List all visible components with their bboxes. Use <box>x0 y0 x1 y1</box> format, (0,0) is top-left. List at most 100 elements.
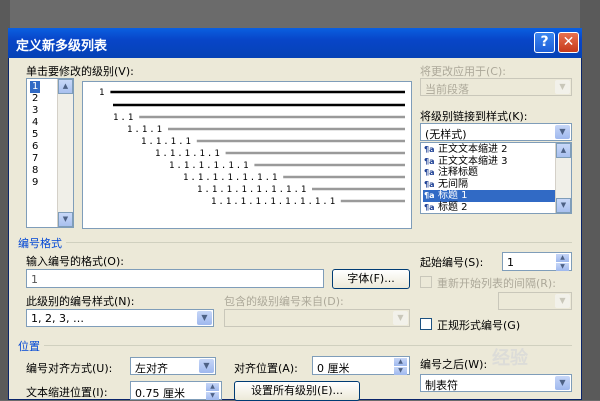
number-style-label: 此级别的编号样式(N): <box>26 295 135 308</box>
legal-numbering-checkbox[interactable] <box>420 318 432 330</box>
watermark-text: 经验 <box>492 348 528 369</box>
number-format-input[interactable]: 1 <box>26 269 324 288</box>
style-option[interactable]: ¶a 无间隔 <box>423 179 562 191</box>
stepper-up-icon[interactable]: ▲ <box>394 358 407 366</box>
start-at-stepper[interactable]: ▲ ▼ <box>556 253 570 271</box>
legal-numbering-label: 正规形式编号(G) <box>437 319 521 332</box>
set-all-levels-button[interactable]: 设置所有级别(E)... <box>234 381 360 401</box>
style-option[interactable]: ¶a 标题 1 <box>423 190 562 202</box>
align-select[interactable]: 左对齐 ▼ <box>130 357 216 375</box>
apply-to-value: 当前段落 <box>425 83 469 96</box>
number-format-section-title: 编号格式 <box>18 237 62 250</box>
link-style-value: (无样式) <box>425 128 467 141</box>
align-at-label: 对齐位置(A): <box>234 362 298 375</box>
indent-label: 文本缩进位置(I): <box>26 386 108 399</box>
restart-list-checkbox[interactable] <box>420 276 432 288</box>
restart-level-select[interactable]: ▼ <box>498 292 572 310</box>
start-at-label: 起始编号(S): <box>420 256 484 269</box>
scroll-up-icon[interactable]: ▲ <box>58 79 73 94</box>
align-at-stepper[interactable]: ▲ ▼ <box>394 357 408 375</box>
preview-number-label: 1.1.1.1 <box>141 137 193 147</box>
title-bar: 定义新多级列表 ? ✕ <box>8 28 582 58</box>
preview-canvas: 1 1.1 1.1.1 1.1.1.1 1.1.1.1.1 1.1.1.1.1.1 1.1.… <box>99 88 405 207</box>
paragraph-style-icon: ¶a <box>424 179 435 189</box>
style-option[interactable]: ¶a 正文文本缩进 3 <box>423 156 562 168</box>
chevron-down-icon: ▼ <box>197 311 212 325</box>
chevron-down-icon: ▼ <box>555 294 570 308</box>
align-at-input[interactable]: 0 厘米 ▲ ▼ <box>312 356 410 375</box>
stepper-up-icon[interactable]: ▲ <box>206 383 219 391</box>
style-scrollbar[interactable]: ▲ ▼ <box>555 143 571 213</box>
restart-list-label: 重新开始列表的间隔(R): <box>437 277 556 290</box>
style-dropdown-list[interactable]: ¶a 正文文本缩进 2 ¶a 正文文本缩进 3 ¶a 注释标题 ¶a 无间隔 ¶a 标题 1 ¶a 标… <box>420 142 572 214</box>
level-item[interactable]: 3 <box>30 105 40 117</box>
start-at-input[interactable]: 1 ▲ ▼ <box>502 252 572 271</box>
help-icon: ? <box>540 34 549 50</box>
chevron-down-icon: ▼ <box>555 376 570 390</box>
chevron-down-icon: ▼ <box>555 80 570 94</box>
style-option[interactable]: ¶a 标题 2 <box>423 202 562 214</box>
preview-number-label: 1 <box>99 88 106 98</box>
level-scrollbar[interactable]: ▲ ▼ <box>57 79 73 227</box>
follow-number-label: 编号之后(W): <box>420 358 488 371</box>
stepper-down-icon[interactable]: ▼ <box>394 367 407 375</box>
background-right <box>580 0 600 400</box>
include-level-select[interactable]: ▼ <box>224 309 410 327</box>
align-value: 左对齐 <box>135 362 168 375</box>
level-listbox[interactable]: 123456789 ▲ ▼ <box>26 78 74 228</box>
close-button[interactable]: ✕ <box>558 32 579 53</box>
chevron-down-icon: ▼ <box>199 359 214 373</box>
link-style-select[interactable]: (无样式) ▼ <box>420 123 572 141</box>
follow-number-value: 制表符 <box>425 379 458 392</box>
paragraph-style-icon: ¶a <box>424 168 435 177</box>
style-option-label: 注释标题 <box>438 167 478 178</box>
help-button[interactable]: ? <box>534 32 555 53</box>
stepper-down-icon[interactable]: ▼ <box>206 392 219 400</box>
close-icon: ✕ <box>562 34 575 50</box>
preview-number-label: 1.1 <box>113 113 135 123</box>
indent-value: 0.75 厘米 <box>135 387 185 400</box>
scroll-down-icon[interactable]: ▼ <box>58 212 73 227</box>
chevron-down-icon: ▼ <box>393 311 408 325</box>
link-style-label: 将级别链接到样式(K): <box>420 110 528 123</box>
level-item[interactable]: 6 <box>30 141 40 153</box>
paragraph-style-icon: ¶a <box>424 191 435 200</box>
style-option-label: 正文文本缩进 3 <box>438 155 508 167</box>
level-item[interactable]: 4 <box>30 117 40 129</box>
start-at-value: 1 <box>507 256 514 269</box>
level-item[interactable]: 8 <box>30 165 40 177</box>
stepper-down-icon[interactable]: ▼ <box>556 263 569 271</box>
follow-number-select[interactable]: 制表符 ▼ <box>420 374 572 392</box>
style-option-label: 标题 2 <box>438 201 468 213</box>
font-button[interactable]: 字体(F)... <box>332 269 410 289</box>
paragraph-style-icon: ¶a <box>424 156 435 166</box>
apply-label: 将更改应用于(C): <box>420 65 506 78</box>
list-preview: 1 1.1 1.1.1 1.1.1.1 1.1.1.1.1 1.1.1.1.1.1 1.1.… <box>82 81 412 229</box>
section-divider <box>66 242 572 243</box>
style-option-label: 无间隔 <box>438 178 468 190</box>
number-style-value: 1, 2, 3, … <box>31 312 84 325</box>
number-format-value: 1 <box>31 273 38 286</box>
level-item[interactable]: 2 <box>30 93 40 105</box>
scroll-down-icon[interactable]: ▼ <box>556 198 571 213</box>
levels-label: 单击要修改的级别(V): <box>26 65 134 78</box>
style-option-label: 正文文本缩进 2 <box>438 144 508 155</box>
preview-number-label: 1.1.1.1.1.1.1 <box>183 173 279 183</box>
stepper-up-icon[interactable]: ▲ <box>556 254 569 262</box>
preview-number-label: 1.1.1.1.1.1 <box>169 161 251 171</box>
style-option-label: 标题 1 <box>438 190 468 201</box>
indent-input[interactable]: 0.75 厘米 ▲ ▼ <box>130 381 222 400</box>
chevron-down-icon: ▼ <box>555 125 570 139</box>
number-style-select[interactable]: 1, 2, 3, … ▼ <box>26 309 214 327</box>
apply-to-select[interactable]: 当前段落 ▼ <box>420 78 572 96</box>
style-option[interactable]: ¶a 正文文本缩进 2 <box>423 144 562 156</box>
level-item[interactable]: 7 <box>30 153 40 165</box>
level-item[interactable]: 9 <box>30 177 40 189</box>
style-option[interactable]: ¶a 注释标题 <box>423 167 562 179</box>
level-item[interactable]: 5 <box>30 129 40 141</box>
align-at-value: 0 厘米 <box>317 362 350 375</box>
scroll-up-icon[interactable]: ▲ <box>556 143 571 158</box>
level-item[interactable]: 1 <box>30 81 41 93</box>
indent-stepper[interactable]: ▲ ▼ <box>206 382 220 400</box>
align-label: 编号对齐方式(U): <box>26 362 113 375</box>
